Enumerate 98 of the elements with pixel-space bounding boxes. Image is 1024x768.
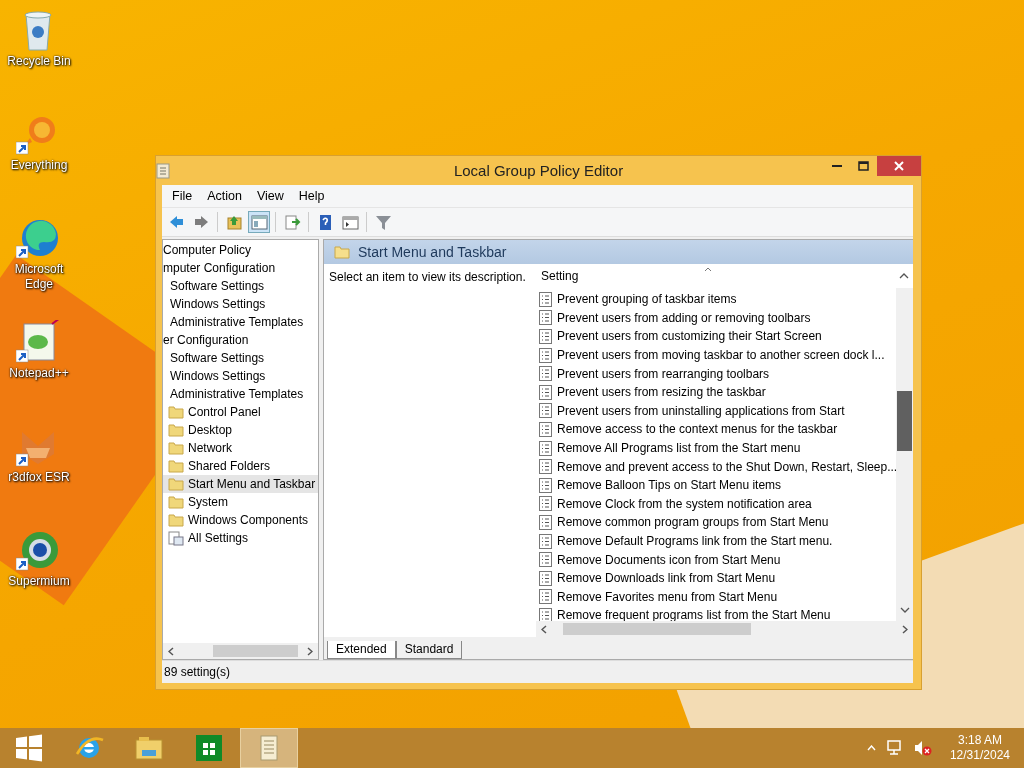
document-icon bbox=[156, 162, 170, 179]
scroll-left-icon bbox=[541, 624, 547, 634]
setting-item[interactable]: Remove Default Programs link from the Start menu. bbox=[557, 534, 833, 548]
show-hidden-icons-icon bbox=[866, 745, 876, 751]
tree-item[interactable]: er Configuration bbox=[163, 331, 252, 349]
setting-item[interactable]: Remove All Programs list from the Start menu bbox=[557, 441, 801, 456]
windows-logo-icon bbox=[15, 734, 43, 762]
setting-item[interactable]: Remove Balloon Tips on Start Menu items bbox=[557, 478, 782, 493]
tree-item[interactable]: Shared Folders bbox=[163, 457, 274, 475]
policy-setting-icon bbox=[539, 329, 552, 344]
settings-list-icon bbox=[168, 530, 184, 546]
setting-item[interactable]: Remove frequent programs list from the Start Menu bbox=[557, 608, 831, 621]
tree-item[interactable]: Control Panel bbox=[163, 403, 264, 421]
taskbar-app-button[interactable] bbox=[240, 728, 298, 768]
policy-setting-icon bbox=[539, 477, 552, 493]
policy-setting-icon bbox=[539, 384, 552, 400]
folder-icon bbox=[334, 245, 350, 259]
policy-setting-icon bbox=[539, 533, 552, 549]
forward-arrow-icon bbox=[192, 213, 210, 231]
tree-item[interactable]: mputer Configuration bbox=[163, 259, 279, 277]
maximize-icon bbox=[858, 161, 869, 171]
status-text: 89 setting(s) bbox=[164, 665, 231, 679]
store-icon bbox=[193, 732, 225, 764]
menu-item[interactable]: Help bbox=[291, 189, 333, 203]
sort-icon bbox=[704, 267, 712, 272]
tree-item[interactable]: Administrative Templates bbox=[163, 385, 307, 403]
window-title: Local Group Policy Editor bbox=[453, 162, 624, 179]
policy-setting-icon bbox=[539, 440, 552, 456]
export-list-icon bbox=[283, 213, 301, 231]
tree-item[interactable]: Software Settings bbox=[163, 349, 268, 367]
setting-item[interactable]: Remove and prevent access to the Shut Down, Restart, Sleep... bbox=[557, 459, 896, 474]
scroll-down-icon bbox=[899, 607, 910, 613]
setting-item[interactable]: Remove Favorites menu from Start Menu bbox=[557, 589, 778, 604]
tree-item[interactable]: All Settings bbox=[163, 529, 252, 547]
tree-item[interactable]: Desktop bbox=[163, 421, 236, 439]
setting-item[interactable]: Prevent users from uninstalling applications from Start bbox=[557, 403, 845, 418]
folder-icon bbox=[168, 422, 184, 438]
tree-item[interactable]: Windows Settings bbox=[163, 295, 269, 313]
policy-setting-icon bbox=[539, 589, 552, 605]
description-text: Select an item to view its description. bbox=[329, 270, 526, 284]
minimize-icon bbox=[831, 165, 842, 167]
tree-item[interactable]: Network bbox=[163, 439, 235, 457]
view-tab[interactable]: Standard bbox=[395, 641, 463, 659]
close-icon bbox=[894, 161, 904, 171]
network-icon bbox=[885, 740, 904, 756]
setting-item[interactable]: Prevent users from resizing the taskbar bbox=[557, 385, 766, 400]
tree-item[interactable]: Windows Components bbox=[163, 511, 312, 529]
policy-setting-icon bbox=[539, 291, 552, 307]
policy-setting-icon bbox=[539, 514, 552, 530]
folder-icon bbox=[168, 476, 184, 492]
menu-item[interactable]: File bbox=[165, 189, 201, 203]
filter-icon bbox=[374, 213, 392, 231]
setting-item[interactable]: Remove Documents icon from Start Menu bbox=[557, 552, 781, 567]
speaker-muted-icon bbox=[913, 740, 932, 756]
setting-item[interactable]: Remove access to the context menus for the taskbar bbox=[557, 422, 838, 437]
policy-setting-icon bbox=[539, 496, 552, 512]
policy-setting-icon bbox=[539, 366, 552, 382]
tree-item[interactable]: Software Settings bbox=[163, 277, 268, 295]
setting-item[interactable]: Prevent grouping of taskbar items bbox=[557, 292, 737, 307]
setting-item[interactable]: Remove common program groups from Start Menu bbox=[557, 515, 829, 530]
policy-setting-icon bbox=[539, 421, 552, 437]
window-pane-icon bbox=[341, 213, 359, 231]
console-tree-icon bbox=[250, 213, 268, 231]
scrollbar-thumb[interactable] bbox=[562, 623, 752, 635]
view-tab[interactable]: Extended bbox=[327, 641, 396, 659]
scroll-right-icon bbox=[307, 646, 313, 656]
scroll-right-icon bbox=[902, 624, 908, 634]
policy-setting-icon bbox=[539, 607, 552, 621]
policy-setting-icon bbox=[539, 552, 552, 568]
setting-item[interactable]: Remove Clock from the system notification area bbox=[557, 496, 812, 511]
tree-item[interactable]: Administrative Templates bbox=[163, 313, 307, 331]
tree-item[interactable]: Windows Settings bbox=[163, 367, 269, 385]
scroll-left-icon bbox=[168, 646, 174, 656]
setting-item[interactable]: Prevent users from customizing their Start Screen bbox=[557, 329, 822, 344]
folder-icon bbox=[168, 404, 184, 420]
policy-setting-icon bbox=[539, 570, 552, 586]
folder-icon bbox=[168, 512, 184, 528]
scroll-up-icon bbox=[899, 273, 909, 279]
menu-item[interactable]: Action bbox=[200, 189, 250, 203]
column-header[interactable]: Setting bbox=[541, 269, 579, 283]
setting-item[interactable]: Prevent users from adding or removing toolbars bbox=[557, 310, 811, 325]
policy-setting-icon bbox=[539, 347, 552, 363]
scrollbar-thumb[interactable] bbox=[897, 391, 912, 451]
folder-icon bbox=[168, 440, 184, 456]
setting-item[interactable]: Remove Downloads link from Start Menu bbox=[557, 571, 776, 586]
policy-setting-icon bbox=[539, 403, 552, 419]
close-button[interactable] bbox=[877, 156, 921, 176]
toolbar-button[interactable] bbox=[248, 211, 270, 233]
pane-header-title: Start Menu and Taskbar bbox=[358, 244, 507, 260]
menu-item[interactable]: View bbox=[249, 189, 292, 203]
policy-setting-icon bbox=[539, 459, 552, 475]
policy-setting-icon bbox=[539, 310, 552, 326]
scrollbar-thumb[interactable] bbox=[212, 645, 298, 657]
tree-item[interactable]: Start Menu and Taskbar bbox=[163, 475, 318, 493]
setting-item[interactable]: Prevent users from rearranging toolbars bbox=[557, 366, 770, 381]
tree-item[interactable]: System bbox=[163, 493, 231, 511]
tree-item[interactable]: Computer Policy bbox=[163, 241, 255, 259]
setting-item[interactable]: Prevent users from moving taskbar to another screen dock l... bbox=[557, 348, 885, 363]
